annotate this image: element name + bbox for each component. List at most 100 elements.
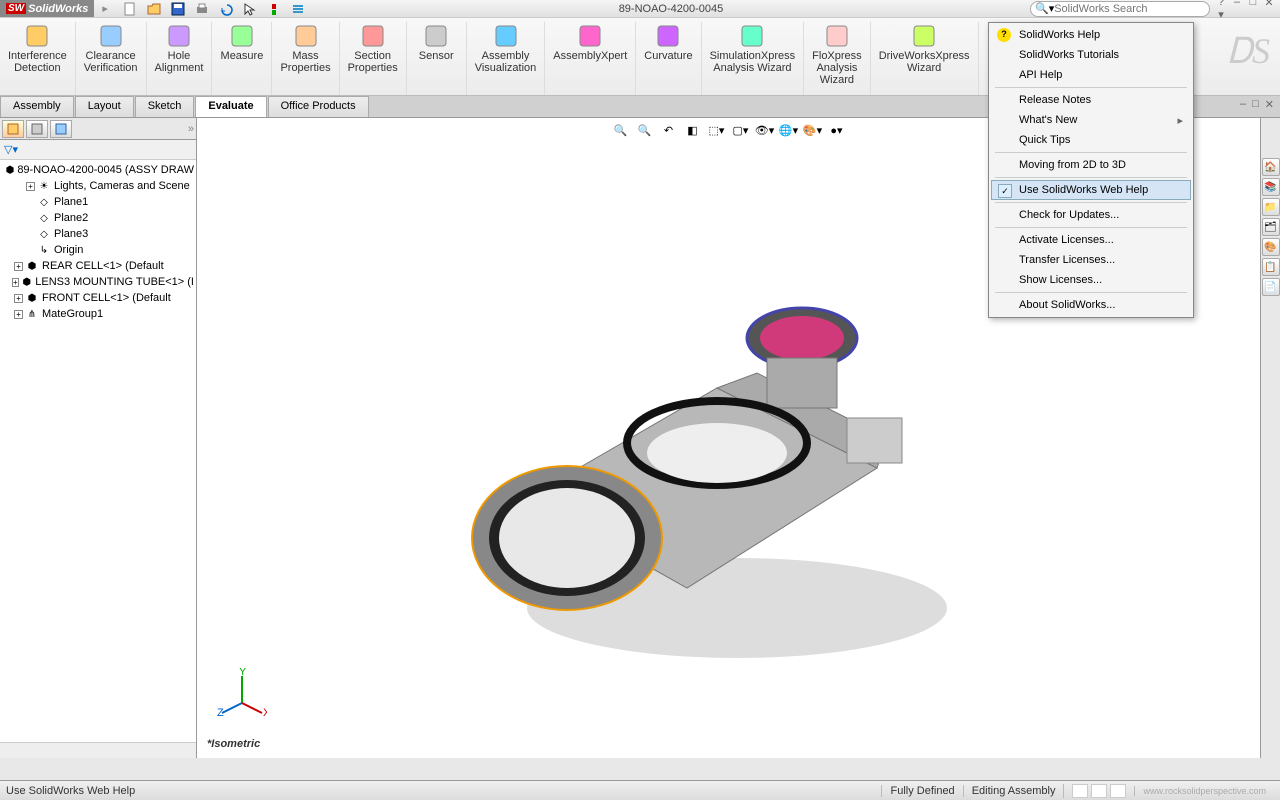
help-item-solidworks-help[interactable]: ?SolidWorks Help bbox=[991, 25, 1191, 45]
tree-label: REAR CELL<1> (Default bbox=[42, 260, 164, 272]
tab-office-products[interactable]: Office Products bbox=[268, 96, 369, 117]
resources-tab[interactable]: 🏠 bbox=[1262, 158, 1280, 176]
part-icon: ⬢ bbox=[25, 259, 39, 273]
help-item-transfer-licenses[interactable]: Transfer Licenses... bbox=[991, 250, 1191, 270]
display-style-button[interactable]: ▢▾ bbox=[730, 120, 752, 140]
help-item-activate-licenses[interactable]: Activate Licenses... bbox=[991, 230, 1191, 250]
ribbon-section[interactable]: SectionProperties bbox=[340, 22, 407, 95]
quick-access-toolbar bbox=[116, 1, 312, 17]
render-button[interactable]: ●▾ bbox=[826, 120, 848, 140]
expand-icon[interactable]: + bbox=[14, 294, 23, 303]
open-button[interactable] bbox=[144, 1, 164, 17]
help-item-moving-from-2d-to-3d[interactable]: Moving from 2D to 3D bbox=[991, 155, 1191, 175]
options-button[interactable] bbox=[288, 1, 308, 17]
tree-item[interactable]: ◇Plane2 bbox=[0, 210, 196, 226]
status-icon-2[interactable] bbox=[1091, 784, 1107, 798]
rebuild-button[interactable] bbox=[264, 1, 284, 17]
ribbon-interference[interactable]: InterferenceDetection bbox=[0, 22, 76, 95]
filter-bar[interactable]: ▽▾ bbox=[0, 140, 196, 160]
feature-tree-tab[interactable] bbox=[2, 120, 24, 138]
status-icon-1[interactable] bbox=[1072, 784, 1088, 798]
view-orient-button[interactable]: ⬚▾ bbox=[706, 120, 728, 140]
help-item-quick-tips[interactable]: Quick Tips bbox=[991, 130, 1191, 150]
doc-close-button[interactable]: ✕ bbox=[1265, 98, 1274, 115]
scene-button[interactable]: 🎨▾ bbox=[802, 120, 824, 140]
view-palette-tab[interactable]: 🗂 bbox=[1262, 218, 1280, 236]
help-item-release-notes[interactable]: Release Notes bbox=[991, 90, 1191, 110]
menu-arrow-icon[interactable]: ▸ bbox=[94, 2, 116, 15]
config-tab[interactable] bbox=[50, 120, 72, 138]
search-box[interactable]: 🔍▾ bbox=[1030, 1, 1210, 17]
ribbon-assembly[interactable]: AssemblyVisualization bbox=[467, 22, 546, 95]
section-view-button[interactable]: ◧ bbox=[682, 120, 704, 140]
doc-minimize-button[interactable]: – bbox=[1240, 98, 1246, 115]
ribbon-clearance[interactable]: ClearanceVerification bbox=[76, 22, 147, 95]
ribbon-sensor[interactable]: Sensor bbox=[407, 22, 467, 95]
help-item-check-for-updates[interactable]: Check for Updates... bbox=[991, 205, 1191, 225]
select-button[interactable] bbox=[240, 1, 260, 17]
panel-collapse-icon[interactable]: » bbox=[188, 123, 194, 135]
file-explorer-tab[interactable]: 📁 bbox=[1262, 198, 1280, 216]
expand-icon[interactable]: + bbox=[14, 262, 23, 271]
search-input[interactable] bbox=[1054, 3, 1205, 15]
tab-evaluate[interactable]: Evaluate bbox=[195, 96, 266, 117]
custom-props-tab[interactable]: 📋 bbox=[1262, 258, 1280, 276]
tree-item[interactable]: +⬢FRONT CELL<1> (Default bbox=[0, 290, 196, 306]
ribbon-assemblyxpert[interactable]: AssemblyXpert bbox=[545, 22, 636, 95]
ribbon-curvature[interactable]: Curvature bbox=[636, 22, 701, 95]
ribbon-mass[interactable]: MassProperties bbox=[272, 22, 339, 95]
ribbon-driveworksxpress[interactable]: DriveWorksXpressWizard bbox=[871, 22, 979, 95]
property-tab[interactable] bbox=[26, 120, 48, 138]
help-item-api-help[interactable]: API Help bbox=[991, 65, 1191, 85]
mates-icon: ⋔ bbox=[25, 307, 39, 321]
tree-item[interactable]: +⬢LENS3 MOUNTING TUBE<1> (I bbox=[0, 274, 196, 290]
save-button[interactable] bbox=[168, 1, 188, 17]
prev-view-button[interactable]: ↶ bbox=[658, 120, 680, 140]
doc-restore-button[interactable]: □ bbox=[1252, 98, 1259, 115]
hide-show-button[interactable]: 👁▾ bbox=[754, 120, 776, 140]
help-item-show-licenses[interactable]: Show Licenses... bbox=[991, 270, 1191, 290]
ribbon-hole[interactable]: HoleAlignment bbox=[147, 22, 213, 95]
plane-icon: ◇ bbox=[37, 195, 51, 209]
expand-icon[interactable]: + bbox=[14, 310, 23, 319]
tree-item[interactable]: +⋔MateGroup1 bbox=[0, 306, 196, 322]
appearance-button[interactable]: 🌐▾ bbox=[778, 120, 800, 140]
tree-item[interactable]: ↳Origin bbox=[0, 242, 196, 258]
orientation-triad[interactable]: Y X Z bbox=[217, 668, 267, 718]
menu-label: Quick Tips bbox=[1019, 134, 1070, 146]
tree-item[interactable]: ⬢89-NOAO-4200-0045 (ASSY DRAW bbox=[0, 162, 196, 178]
tree-item[interactable]: +⬢REAR CELL<1> (Default bbox=[0, 258, 196, 274]
tab-sketch[interactable]: Sketch bbox=[135, 96, 195, 117]
appearances-tab[interactable]: 🎨 bbox=[1262, 238, 1280, 256]
tab-assembly[interactable]: Assembly bbox=[0, 96, 74, 117]
help-item-solidworks-tutorials[interactable]: SolidWorks Tutorials bbox=[991, 45, 1191, 65]
ribbon-label: MassProperties bbox=[280, 50, 330, 74]
new-button[interactable] bbox=[120, 1, 140, 17]
expand-icon[interactable]: + bbox=[12, 278, 20, 287]
tree-item[interactable]: +☀Lights, Cameras and Scene bbox=[0, 178, 196, 194]
help-item-use-solidworks-web-help[interactable]: ✓Use SolidWorks Web Help bbox=[991, 180, 1191, 200]
zoom-area-button[interactable]: 🔍 bbox=[634, 120, 656, 140]
ribbon-measure[interactable]: Measure bbox=[212, 22, 272, 95]
design-library-tab[interactable]: 📚 bbox=[1262, 178, 1280, 196]
help-item-what-s-new[interactable]: What's New▸ bbox=[991, 110, 1191, 130]
print-button[interactable] bbox=[192, 1, 212, 17]
tree-scrollbar[interactable] bbox=[0, 742, 196, 758]
expand-icon[interactable]: + bbox=[26, 182, 35, 191]
maximize-button[interactable]: □ bbox=[1246, 0, 1260, 21]
undo-button[interactable] bbox=[216, 1, 236, 17]
tab-layout[interactable]: Layout bbox=[75, 96, 134, 117]
document-title: 89-NOAO-4200-0045 bbox=[312, 3, 1030, 15]
ribbon-floxpress[interactable]: FloXpressAnalysisWizard bbox=[804, 22, 871, 95]
clipboard-tab[interactable]: 📄 bbox=[1262, 278, 1280, 296]
ribbon-simulationxpress[interactable]: SimulationXpressAnalysis Wizard bbox=[702, 22, 805, 95]
help-item-about-solidworks[interactable]: About SolidWorks... bbox=[991, 295, 1191, 315]
minimize-button[interactable]: – bbox=[1230, 0, 1244, 21]
tree-item[interactable]: ◇Plane3 bbox=[0, 226, 196, 242]
lights-icon: ☀ bbox=[37, 179, 51, 193]
tree-item[interactable]: ◇Plane1 bbox=[0, 194, 196, 210]
zoom-fit-button[interactable]: 🔍 bbox=[610, 120, 632, 140]
status-icon-3[interactable] bbox=[1110, 784, 1126, 798]
help-button[interactable]: ? ▾ bbox=[1214, 0, 1228, 21]
close-button[interactable]: ✕ bbox=[1262, 0, 1276, 21]
